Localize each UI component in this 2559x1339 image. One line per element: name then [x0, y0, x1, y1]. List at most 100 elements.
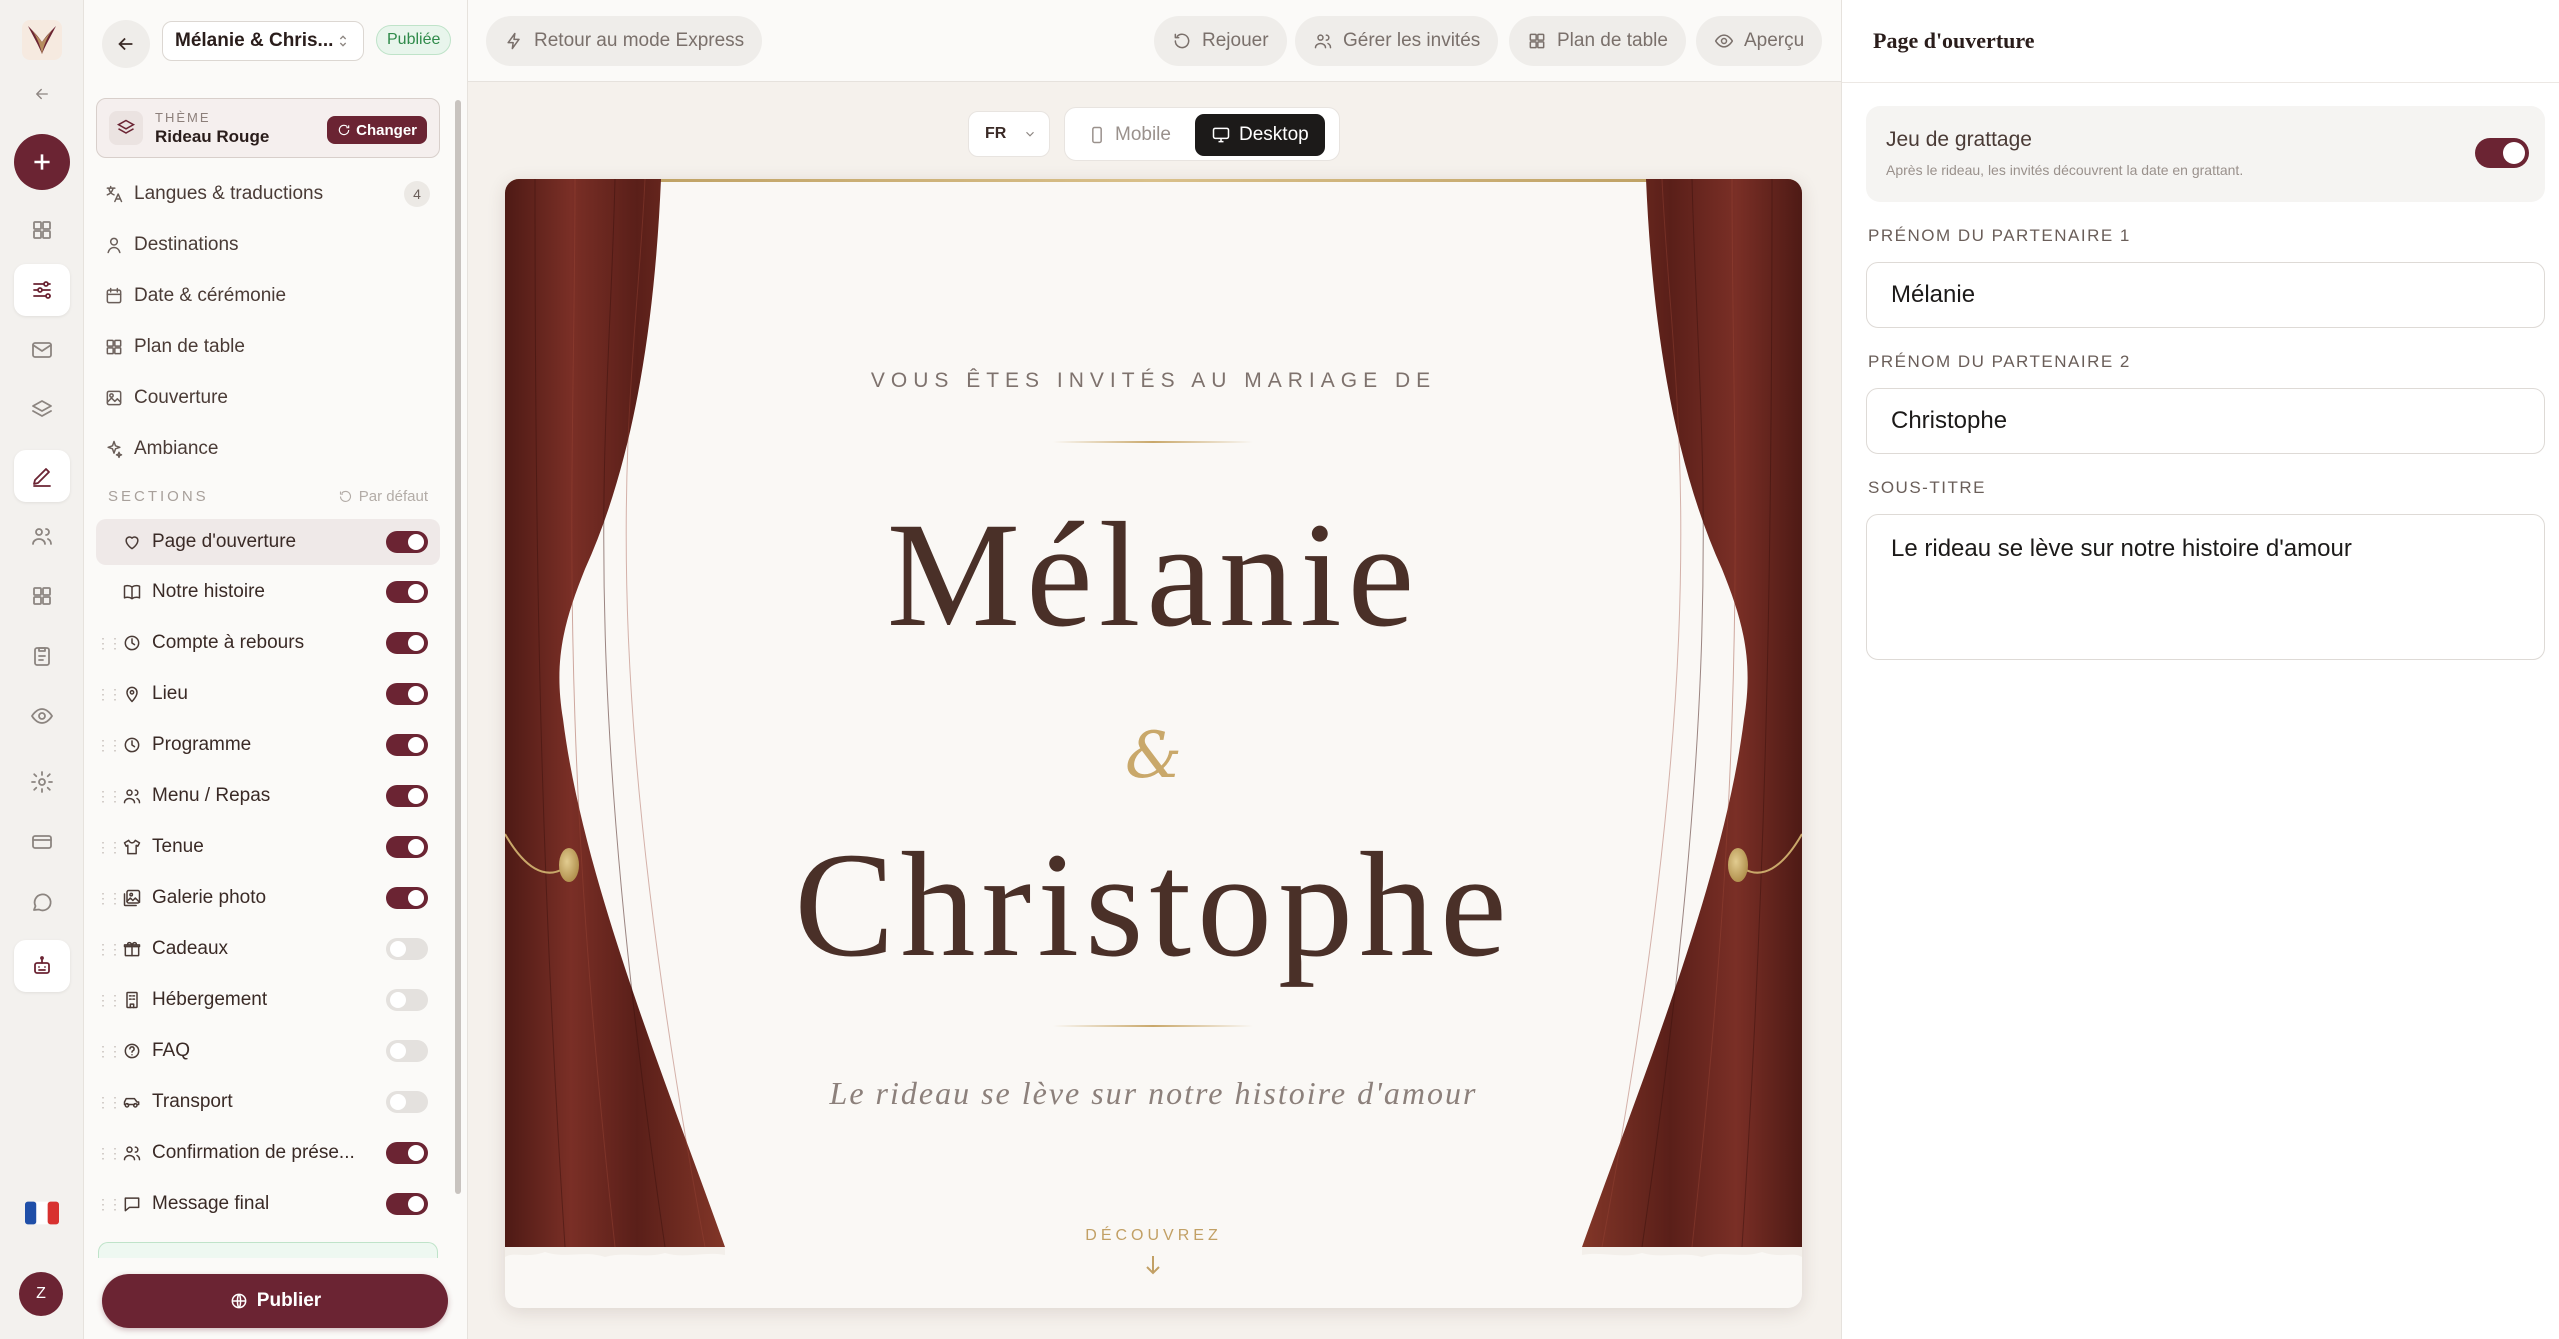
publish-label: Publier: [256, 1290, 322, 1311]
section-gifts[interactable]: ⋮⋮ Cadeaux: [96, 926, 440, 972]
section-menu[interactable]: ⋮⋮ Menu / Repas: [96, 773, 440, 819]
section-toggle[interactable]: [386, 734, 428, 756]
scratch-game-title: Jeu de grattage: [1886, 128, 2032, 151]
partner2-input[interactable]: Christophe: [1866, 388, 2545, 454]
back-button[interactable]: [102, 20, 150, 68]
collapse-icon[interactable]: [14, 68, 70, 120]
eye-icon: [1714, 34, 1734, 48]
smartphone-icon: [1092, 126, 1102, 144]
section-toggle[interactable]: [386, 785, 428, 807]
section-toggle[interactable]: [386, 683, 428, 705]
preview-button[interactable]: Aperçu: [1696, 16, 1823, 66]
section-toggle[interactable]: [386, 1193, 428, 1215]
guests-icon[interactable]: [14, 510, 70, 562]
express-mode-button[interactable]: Retour au mode Express: [486, 16, 763, 66]
globe-icon: [231, 1293, 247, 1309]
desktop-view-button[interactable]: Desktop: [1195, 114, 1325, 156]
drag-handle-icon[interactable]: ⋮⋮: [96, 1196, 122, 1213]
language-select[interactable]: FR: [968, 111, 1050, 157]
reset-icon: [339, 490, 351, 502]
section-our-story[interactable]: Notre histoire: [96, 569, 440, 615]
section-label: Cadeaux: [152, 938, 229, 959]
section-toggle[interactable]: [386, 1091, 428, 1113]
invitation-preview[interactable]: VOUS ÊTES INVITÉS AU MARIAGE DE Mélanie …: [505, 179, 1802, 1308]
scratch-game-description: Après le rideau, les invités découvrent …: [1886, 162, 2244, 178]
drag-handle-icon[interactable]: ⋮⋮: [96, 788, 122, 805]
nav-label: Plan de table: [134, 336, 245, 357]
table-plan-button[interactable]: Plan de table: [1509, 16, 1686, 66]
drag-handle-icon[interactable]: ⋮⋮: [96, 941, 122, 958]
chat-icon[interactable]: [14, 876, 70, 928]
sidebar-scrollbar[interactable]: [455, 100, 461, 1194]
change-theme-button[interactable]: Changer: [327, 116, 427, 144]
users-icon: [123, 789, 141, 804]
section-gallery[interactable]: ⋮⋮ Galerie photo: [96, 875, 440, 921]
credit-card-icon[interactable]: [14, 816, 70, 868]
dashboard-icon[interactable]: [14, 204, 70, 256]
drag-handle-icon[interactable]: ⋮⋮: [96, 890, 122, 907]
section-opening-page[interactable]: Page d'ouverture: [96, 519, 440, 565]
mobile-view-button[interactable]: Mobile: [1071, 114, 1187, 156]
clipboard-icon[interactable]: [14, 630, 70, 682]
layers-icon[interactable]: [14, 384, 70, 436]
section-faq[interactable]: ⋮⋮ FAQ: [96, 1028, 440, 1074]
replay-button[interactable]: Rejouer: [1154, 16, 1287, 66]
section-dress-code[interactable]: ⋮⋮ Tenue: [96, 824, 440, 870]
section-label: Confirmation de prése...: [152, 1142, 355, 1163]
nav-ambiance[interactable]: Ambiance: [104, 429, 444, 469]
nav-cover[interactable]: Couverture: [104, 378, 444, 418]
arrow-down-icon[interactable]: [1143, 1253, 1163, 1277]
mail-icon[interactable]: [14, 324, 70, 376]
drag-handle-icon[interactable]: ⋮⋮: [96, 737, 122, 754]
pen-icon[interactable]: [14, 450, 70, 502]
heart-icon: [125, 536, 139, 550]
book-icon: [123, 584, 141, 600]
project-select[interactable]: Mélanie & Chris...: [162, 21, 364, 61]
section-rsvp[interactable]: ⋮⋮ Confirmation de prése...: [96, 1130, 440, 1176]
section-toggle[interactable]: [386, 1142, 428, 1164]
drag-handle-icon[interactable]: ⋮⋮: [96, 1145, 122, 1162]
publish-button[interactable]: Publier: [102, 1274, 448, 1328]
section-venue[interactable]: ⋮⋮ Lieu: [96, 671, 440, 717]
section-toggle[interactable]: [386, 531, 428, 553]
drag-handle-icon[interactable]: ⋮⋮: [96, 839, 122, 856]
nav-destinations[interactable]: Destinations: [104, 225, 444, 265]
partner1-input[interactable]: Mélanie: [1866, 262, 2545, 328]
reset-default-button[interactable]: Par défaut: [338, 488, 428, 505]
settings-sliders-icon[interactable]: [14, 264, 70, 316]
section-toggle[interactable]: [386, 887, 428, 909]
nav-date-ceremony[interactable]: Date & cérémonie: [104, 276, 444, 316]
section-toggle[interactable]: [386, 581, 428, 603]
language-flag-icon[interactable]: [18, 1196, 66, 1230]
section-toggle[interactable]: [386, 938, 428, 960]
car-icon: [123, 1097, 140, 1108]
section-accommodation[interactable]: ⋮⋮ Hébergement: [96, 977, 440, 1023]
subtitle-textarea[interactable]: Le rideau se lève sur notre histoire d'a…: [1866, 514, 2545, 660]
apps-icon[interactable]: [14, 570, 70, 622]
section-final-message[interactable]: ⋮⋮ Message final: [96, 1181, 440, 1227]
nav-languages[interactable]: Langues & traductions 4: [104, 174, 444, 214]
section-toggle[interactable]: [386, 989, 428, 1011]
app-logo[interactable]: [20, 18, 64, 62]
section-transport[interactable]: ⋮⋮ Transport: [96, 1079, 440, 1125]
section-toggle[interactable]: [386, 632, 428, 654]
nav-table-plan[interactable]: Plan de table: [104, 327, 444, 367]
section-program[interactable]: ⋮⋮ Programme: [96, 722, 440, 768]
eye-icon[interactable]: [14, 690, 70, 742]
scratch-game-toggle[interactable]: [2475, 138, 2529, 168]
user-avatar[interactable]: Z: [19, 1272, 63, 1316]
create-button[interactable]: [14, 134, 70, 190]
discover-link[interactable]: DÉCOUVREZ: [505, 1227, 1802, 1245]
drag-handle-icon[interactable]: ⋮⋮: [96, 686, 122, 703]
drag-handle-icon[interactable]: ⋮⋮: [96, 1094, 122, 1111]
section-toggle[interactable]: [386, 836, 428, 858]
gear-icon[interactable]: [14, 756, 70, 808]
section-countdown[interactable]: ⋮⋮ Compte à rebours: [96, 620, 440, 666]
theme-label: THÈME: [155, 109, 211, 125]
manage-guests-button[interactable]: Gérer les invités: [1295, 16, 1499, 66]
robot-icon[interactable]: [14, 940, 70, 992]
drag-handle-icon[interactable]: ⋮⋮: [96, 992, 122, 1009]
section-toggle[interactable]: [386, 1040, 428, 1062]
drag-handle-icon[interactable]: ⋮⋮: [96, 1043, 122, 1060]
drag-handle-icon[interactable]: ⋮⋮: [96, 635, 122, 652]
